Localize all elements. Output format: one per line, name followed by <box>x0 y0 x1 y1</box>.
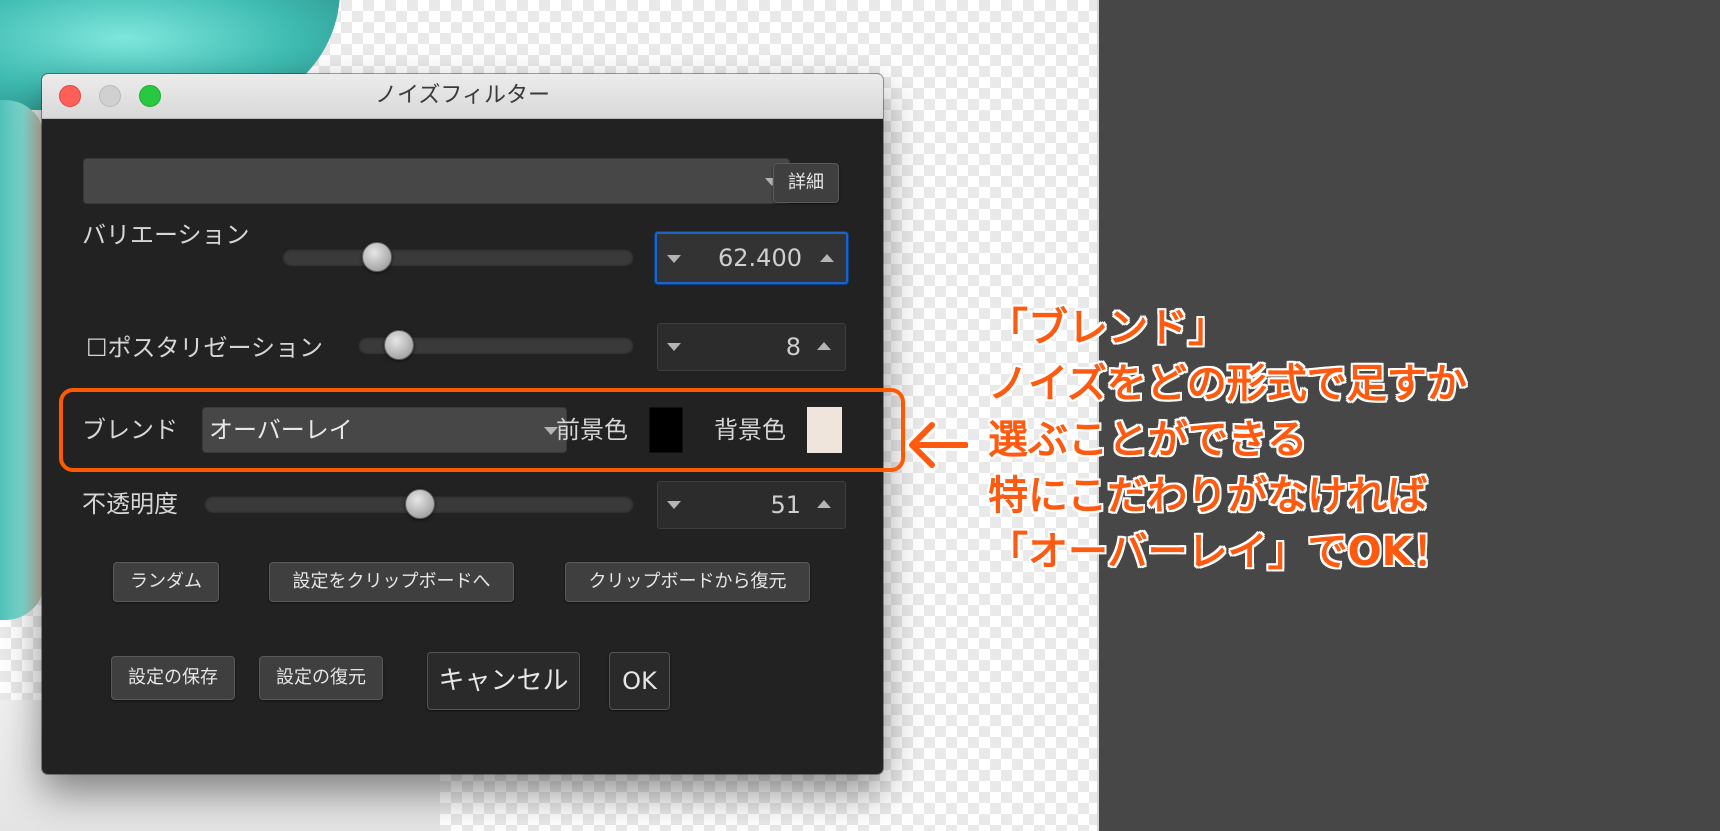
artwork-hair-left <box>0 100 45 620</box>
opacity-spinbox[interactable]: 51 <box>657 481 846 529</box>
increment-icon[interactable] <box>817 342 831 350</box>
decrement-icon[interactable] <box>667 255 681 263</box>
decrement-icon[interactable] <box>667 501 681 509</box>
annotation-line: 選ぶことができる <box>988 417 1308 463</box>
opacity-value[interactable]: 51 <box>770 482 801 528</box>
cancel-button[interactable]: キャンセル <box>427 652 580 710</box>
random-button[interactable]: ランダム <box>113 562 219 602</box>
decrement-icon[interactable] <box>667 343 681 351</box>
posterization-label: ポスタリゼーション <box>107 334 324 362</box>
posterization-spinbox[interactable]: 8 <box>657 323 846 371</box>
variation-slider-knob[interactable] <box>362 242 392 272</box>
posterization-slider-knob[interactable] <box>384 330 414 360</box>
annotation-line: 「ブレンド」 <box>988 305 1228 351</box>
variation-label: バリエーション <box>82 221 250 249</box>
posterization-value[interactable]: 8 <box>786 324 801 370</box>
opacity-label: 不透明度 <box>82 490 178 518</box>
details-button[interactable]: 詳細 <box>773 163 839 203</box>
blend-highlight-box <box>59 388 905 472</box>
increment-icon[interactable] <box>820 254 834 262</box>
annotation-text: 「ブレンド」 ノイズをどの形式で足すか 選ぶことができる 特にこだわりがなければ… <box>988 300 1467 580</box>
posterization-label-row[interactable]: ☐ポスタリゼーション <box>86 330 323 366</box>
copy-to-clipboard-button[interactable]: 設定をクリップボードへ <box>269 562 514 602</box>
annotation-line: 「オーバーレイ」でOK！ <box>988 529 1453 575</box>
restore-settings-button[interactable]: 設定の復元 <box>259 656 383 700</box>
restore-from-clipboard-button[interactable]: クリップボードから復元 <box>565 562 810 602</box>
arrow-left-icon <box>906 419 968 471</box>
variation-spinbox[interactable]: 62.400 <box>655 232 848 284</box>
variation-value[interactable]: 62.400 <box>718 234 802 282</box>
opacity-slider-knob[interactable] <box>405 489 435 519</box>
save-settings-button[interactable]: 設定の保存 <box>111 656 235 700</box>
increment-icon[interactable] <box>817 500 831 508</box>
title-bar[interactable]: ノイズフィルター <box>42 74 883 119</box>
ok-button[interactable]: OK <box>609 652 670 710</box>
dialog-title: ノイズフィルター <box>375 83 550 108</box>
preset-dropdown[interactable] <box>83 158 790 204</box>
annotation-line: 特にこだわりがなければ <box>988 473 1428 519</box>
posterization-checkbox[interactable]: ☐ <box>86 334 108 362</box>
annotation-line: ノイズをどの形式で足すか <box>988 361 1467 407</box>
variation-slider-track[interactable] <box>282 248 634 266</box>
